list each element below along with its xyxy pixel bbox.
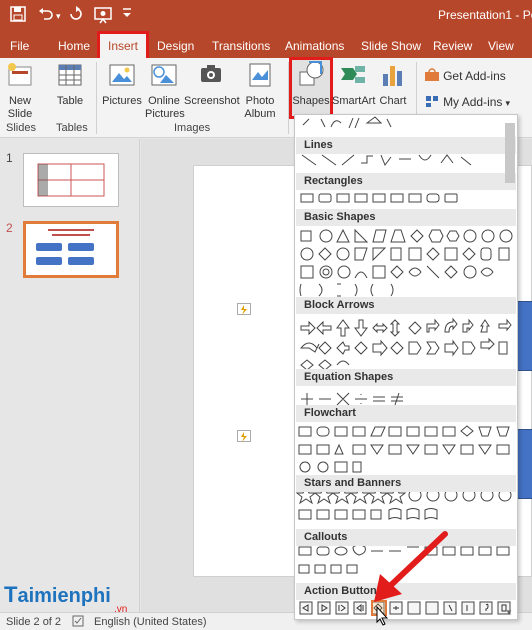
scroll-down-icon[interactable]: ▼ [505, 608, 513, 617]
table-icon [52, 62, 88, 92]
chart-icon [376, 62, 410, 92]
table-label: Table [56, 95, 84, 107]
online-pictures-icon [145, 62, 183, 92]
separator [288, 62, 289, 134]
undo-icon[interactable] [38, 6, 54, 26]
category-header-rectangles: Rectangles [296, 173, 516, 190]
category-header-block-arrows: Block Arrows [296, 297, 516, 314]
shapes-button[interactable]: Shapes [289, 57, 333, 119]
shapes-icon [292, 60, 330, 92]
pictures-button[interactable]: Pictures [102, 62, 142, 108]
screenshot-button[interactable]: Screenshot [184, 62, 240, 108]
tab-transitions[interactable]: Transitions [212, 36, 270, 56]
scrollbar-thumb[interactable] [505, 123, 515, 183]
online-pictures-label: Online Pictures [145, 95, 185, 120]
category-header-basic-shapes: Basic Shapes [296, 209, 516, 226]
tab-animations[interactable]: Animations [285, 36, 344, 56]
photo-album-button[interactable]: Photo Album [240, 62, 280, 121]
tab-home[interactable]: Home [58, 36, 90, 56]
my-addins-label: My Add-ins [443, 94, 503, 109]
tab-insert[interactable]: Insert [96, 31, 150, 61]
slide-number-1: 1 [6, 151, 13, 165]
ribbon-tabs: File Home Insert Design Transitions Anim… [0, 31, 532, 61]
slide-thumbnail-1[interactable] [23, 153, 119, 207]
shapes-label: Shapes [292, 95, 330, 107]
slide-thumbnails-pane: 1 2 [0, 139, 140, 612]
smartart-button[interactable]: SmartArt [332, 62, 376, 108]
smartart-label: SmartArt [332, 95, 376, 107]
title-bar: ▾ Presentation1 - Pow [0, 0, 532, 32]
group-label-tables: Tables [56, 122, 88, 134]
tab-file[interactable]: File [10, 36, 29, 56]
tab-view[interactable]: View [488, 36, 514, 56]
my-addins-button[interactable]: My Add-ins ▾ [424, 94, 532, 112]
tab-slide-show[interactable]: Slide Show [361, 36, 421, 56]
lightning-marker-icon[interactable] [237, 430, 251, 442]
watermark-brand: aimienphi [17, 585, 111, 607]
slide-thumbnail-2[interactable] [23, 221, 119, 278]
pictures-label: Pictures [102, 95, 142, 107]
my-addins-icon [424, 94, 440, 112]
pictures-icon [102, 62, 142, 92]
document-title: Presentation1 - Pow [438, 8, 532, 22]
slide-count: Slide 2 of 2 [6, 616, 62, 628]
spelling-icon[interactable] [72, 615, 84, 630]
online-pictures-button[interactable]: Online Pictures [145, 62, 185, 121]
slide-number-2: 2 [6, 221, 13, 235]
group-label-images: Images [174, 122, 211, 134]
category-header-stars-and-banners: Stars and Banners [296, 475, 516, 492]
lightning-marker-icon[interactable] [237, 303, 251, 315]
tab-design[interactable]: Design [157, 36, 194, 56]
chart-button[interactable]: Chart [376, 62, 410, 108]
screenshot-label: Screenshot [184, 95, 240, 107]
mouse-cursor-icon [376, 606, 388, 626]
table-button[interactable]: Table [52, 62, 88, 108]
red-arrow-annotation [374, 531, 448, 602]
store-icon [424, 68, 440, 86]
category-header-equation-shapes: Equation Shapes [296, 369, 516, 386]
tab-review[interactable]: Review [433, 36, 472, 56]
category-header-lines: Lines [296, 137, 516, 154]
get-addins-button[interactable]: Get Add-ins [424, 68, 528, 86]
watermark-brand-initial: T [4, 582, 18, 607]
chart-label: Chart [379, 95, 407, 107]
new-slide-label: New Slide [7, 95, 33, 120]
save-icon[interactable] [10, 6, 26, 26]
get-addins-label: Get Add-ins [443, 68, 506, 83]
photo-album-label: Photo Album [244, 95, 276, 120]
gallery-scrollbar[interactable]: ▼ [503, 117, 517, 617]
category-header-flowchart: Flowchart [296, 405, 516, 422]
watermark-suffix: .vn [114, 604, 128, 615]
group-label-slides: Slides [6, 122, 36, 134]
presenter-icon[interactable] [94, 6, 112, 26]
screenshot-icon [184, 62, 238, 92]
smartart-icon [332, 62, 374, 92]
separator [96, 62, 97, 134]
my-addins-dropdown-icon[interactable]: ▾ [505, 98, 510, 108]
photo-album-icon [240, 62, 280, 92]
watermark-logo: Taimienphi .vn [4, 582, 127, 615]
redo-icon[interactable] [68, 6, 84, 26]
undo-dropdown-icon[interactable]: ▾ [56, 6, 61, 26]
new-slide-icon [4, 62, 36, 92]
new-slide-button[interactable]: New Slide [4, 62, 36, 121]
customize-qat-icon[interactable] [122, 6, 132, 26]
language-indicator[interactable]: English (United States) [94, 616, 207, 628]
